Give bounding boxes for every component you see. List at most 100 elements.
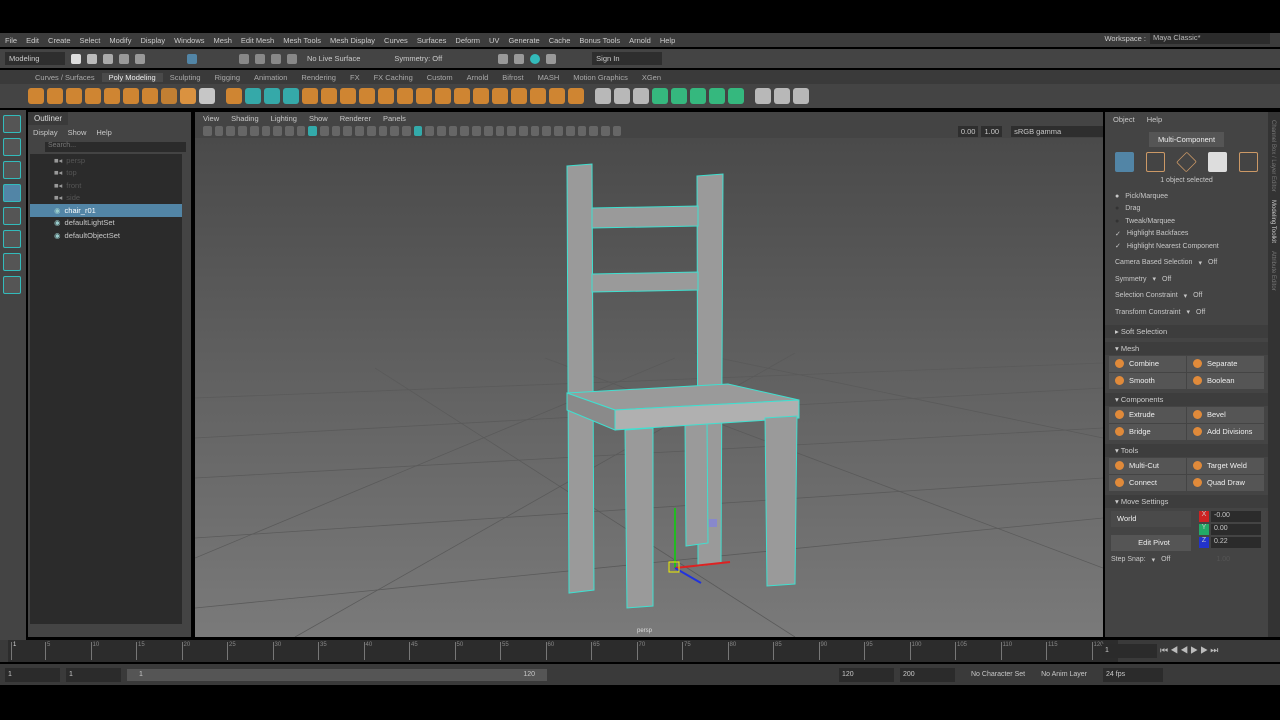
section-mesh-header[interactable]: ▾ Mesh bbox=[1105, 341, 1268, 355]
shelf-tool-icon[interactable] bbox=[492, 88, 508, 104]
viewport[interactable]: View Shading Lighting Show Renderer Panels 0.… bbox=[195, 112, 1103, 637]
render-icon[interactable] bbox=[498, 53, 509, 64]
snap-curve-icon[interactable] bbox=[255, 53, 265, 64]
viewport-menu-shading[interactable]: Shading bbox=[231, 114, 259, 123]
shelf-tool-icon[interactable] bbox=[530, 88, 546, 104]
shelf-tool-icon[interactable] bbox=[755, 88, 771, 104]
viewport-tool-icon[interactable] bbox=[273, 126, 282, 136]
select-tool-icon[interactable] bbox=[3, 115, 21, 133]
anim-layer-dropdown[interactable]: No Anim Layer bbox=[1041, 671, 1087, 678]
menu-help[interactable]: Help bbox=[660, 36, 675, 45]
shelf-tool-icon[interactable] bbox=[671, 88, 687, 104]
shelf-tool-icon[interactable] bbox=[161, 88, 177, 104]
viewport-tool-icon[interactable] bbox=[554, 126, 563, 136]
outliner-item[interactable]: ■◂ persp bbox=[30, 154, 182, 167]
exposure-field[interactable]: 0.00 bbox=[957, 125, 979, 137]
workspace-dropdown[interactable]: Maya Classic* bbox=[1150, 33, 1270, 44]
shelf-tool-icon[interactable] bbox=[416, 88, 432, 104]
shelf-tool-icon[interactable] bbox=[142, 88, 158, 104]
quad-draw-button[interactable]: Quad Draw bbox=[1187, 474, 1264, 491]
menu-curves[interactable]: Curves bbox=[384, 36, 408, 45]
menu-mesh-tools[interactable]: Mesh Tools bbox=[283, 36, 321, 45]
shelf-tool-icon[interactable] bbox=[728, 88, 744, 104]
anim-start-field[interactable]: 1 bbox=[5, 667, 60, 682]
shelf-tool-icon[interactable] bbox=[283, 88, 299, 104]
viewport-tool-icon[interactable] bbox=[390, 126, 399, 136]
menu-mesh[interactable]: Mesh bbox=[214, 36, 232, 45]
workspace-selector[interactable]: Workspace : Maya Classic* bbox=[1104, 33, 1270, 44]
snap-view-icon[interactable] bbox=[287, 53, 297, 64]
viewport-tool-icon[interactable] bbox=[425, 126, 435, 136]
vertex-mode-icon[interactable] bbox=[1146, 152, 1165, 172]
viewport-tool-icon[interactable] bbox=[214, 126, 224, 136]
viewport-tool-icon[interactable] bbox=[507, 126, 516, 136]
viewport-tool-icon[interactable] bbox=[320, 126, 329, 136]
fps-dropdown[interactable]: 24 fps bbox=[1103, 667, 1164, 682]
menu-create[interactable]: Create bbox=[48, 36, 71, 45]
viewport-tool-icon[interactable] bbox=[472, 126, 481, 136]
toolkit-menu-help[interactable]: Help bbox=[1147, 115, 1162, 124]
move-space-dropdown[interactable]: World bbox=[1111, 510, 1191, 527]
shelf-tab-xgen[interactable]: XGen bbox=[635, 73, 668, 82]
bevel-button[interactable]: Bevel bbox=[1187, 406, 1264, 423]
outliner-item[interactable]: ◉ defaultLightSet bbox=[30, 217, 182, 230]
viewport-menu-renderer[interactable]: Renderer bbox=[340, 114, 371, 123]
move-tool-icon[interactable] bbox=[3, 184, 21, 202]
render-settings-icon[interactable] bbox=[530, 53, 541, 64]
character-set-dropdown[interactable]: No Character Set bbox=[971, 671, 1025, 678]
outliner-item[interactable]: ■◂ top bbox=[30, 167, 182, 180]
outliner-item[interactable]: ◉ defaultObjectSet bbox=[30, 229, 182, 242]
viewport-tool-icon[interactable] bbox=[226, 126, 236, 136]
uv-mode-icon[interactable] bbox=[1239, 152, 1258, 172]
viewport-menu-panels[interactable]: Panels bbox=[383, 114, 406, 123]
snap-grid-icon[interactable] bbox=[239, 53, 249, 64]
save-scene-icon[interactable] bbox=[103, 53, 113, 64]
outliner-search-input[interactable]: Search... bbox=[45, 142, 186, 152]
move-settings-header[interactable]: ▾ Move Settings bbox=[1105, 494, 1268, 508]
range-slider[interactable]: 1 120 bbox=[127, 668, 547, 681]
tab-channel-box[interactable]: Channel Box / Layer Editor bbox=[1270, 120, 1276, 192]
camera-based-selection[interactable]: Camera Based Selection ▾ Off bbox=[1105, 257, 1268, 270]
shelf-tool-icon[interactable] bbox=[549, 88, 565, 104]
shelf-tool-icon[interactable] bbox=[104, 88, 120, 104]
viewport-tool-icon[interactable] bbox=[343, 126, 353, 136]
shelf-tab-motion-graphics[interactable]: Motion Graphics bbox=[566, 73, 635, 82]
viewport-tool-icon[interactable] bbox=[296, 126, 306, 136]
new-scene-icon[interactable] bbox=[71, 53, 81, 64]
boolean-button[interactable]: Boolean bbox=[1187, 372, 1264, 389]
shelf-tab-arnold[interactable]: Arnold bbox=[460, 73, 496, 82]
layout-single-icon[interactable] bbox=[3, 253, 21, 271]
viewport-tool-icon[interactable] bbox=[448, 126, 458, 136]
multi-component-button[interactable]: Multi-Component bbox=[1149, 132, 1224, 147]
tweak-marquee-option[interactable]: ● Tweak/Marquee bbox=[1105, 215, 1268, 228]
drag-option[interactable]: ● Drag bbox=[1105, 203, 1268, 216]
shelf-tab-curves-surfaces[interactable]: Curves / Surfaces bbox=[28, 73, 102, 82]
face-mode-icon[interactable] bbox=[1208, 152, 1227, 172]
shelf-tool-icon[interactable] bbox=[47, 88, 63, 104]
menu-bonus-tools[interactable]: Bonus Tools bbox=[579, 36, 620, 45]
connect-button[interactable]: Connect bbox=[1109, 474, 1186, 491]
pick-marquee-option[interactable]: ● Pick/Marquee bbox=[1105, 190, 1268, 203]
shelf-tool-icon[interactable] bbox=[633, 88, 649, 104]
symmetry-dropdown[interactable]: Symmetry: Off bbox=[390, 52, 446, 65]
viewport-tool-icon[interactable] bbox=[437, 126, 446, 136]
highlight-nearest-checkbox[interactable]: ✓ Highlight Nearest Component bbox=[1105, 240, 1268, 253]
outliner-menu-help[interactable]: Help bbox=[96, 128, 111, 137]
menu-arnold[interactable]: Arnold bbox=[629, 36, 651, 45]
menu-edit[interactable]: Edit bbox=[26, 36, 39, 45]
combine-button[interactable]: Combine bbox=[1109, 355, 1186, 372]
shelf-tab-mash[interactable]: MASH bbox=[531, 73, 567, 82]
viewport-tool-icon[interactable] bbox=[518, 126, 528, 136]
menu-deform[interactable]: Deform bbox=[455, 36, 480, 45]
shelf-tool-icon[interactable] bbox=[123, 88, 139, 104]
snap-point-icon[interactable] bbox=[271, 53, 281, 64]
shelf-tab-custom[interactable]: Custom bbox=[420, 73, 460, 82]
soft-selection-header[interactable]: ▸ Soft Selection bbox=[1105, 324, 1268, 338]
viewport-tool-icon[interactable] bbox=[238, 126, 247, 136]
ipr-render-icon[interactable] bbox=[514, 53, 525, 64]
edge-mode-icon[interactable] bbox=[1176, 151, 1197, 173]
move-y-field[interactable]: 0.00 bbox=[1211, 523, 1261, 535]
viewport-tool-icon[interactable] bbox=[600, 126, 610, 136]
menu-cache[interactable]: Cache bbox=[549, 36, 571, 45]
shelf-tool-icon[interactable] bbox=[454, 88, 470, 104]
